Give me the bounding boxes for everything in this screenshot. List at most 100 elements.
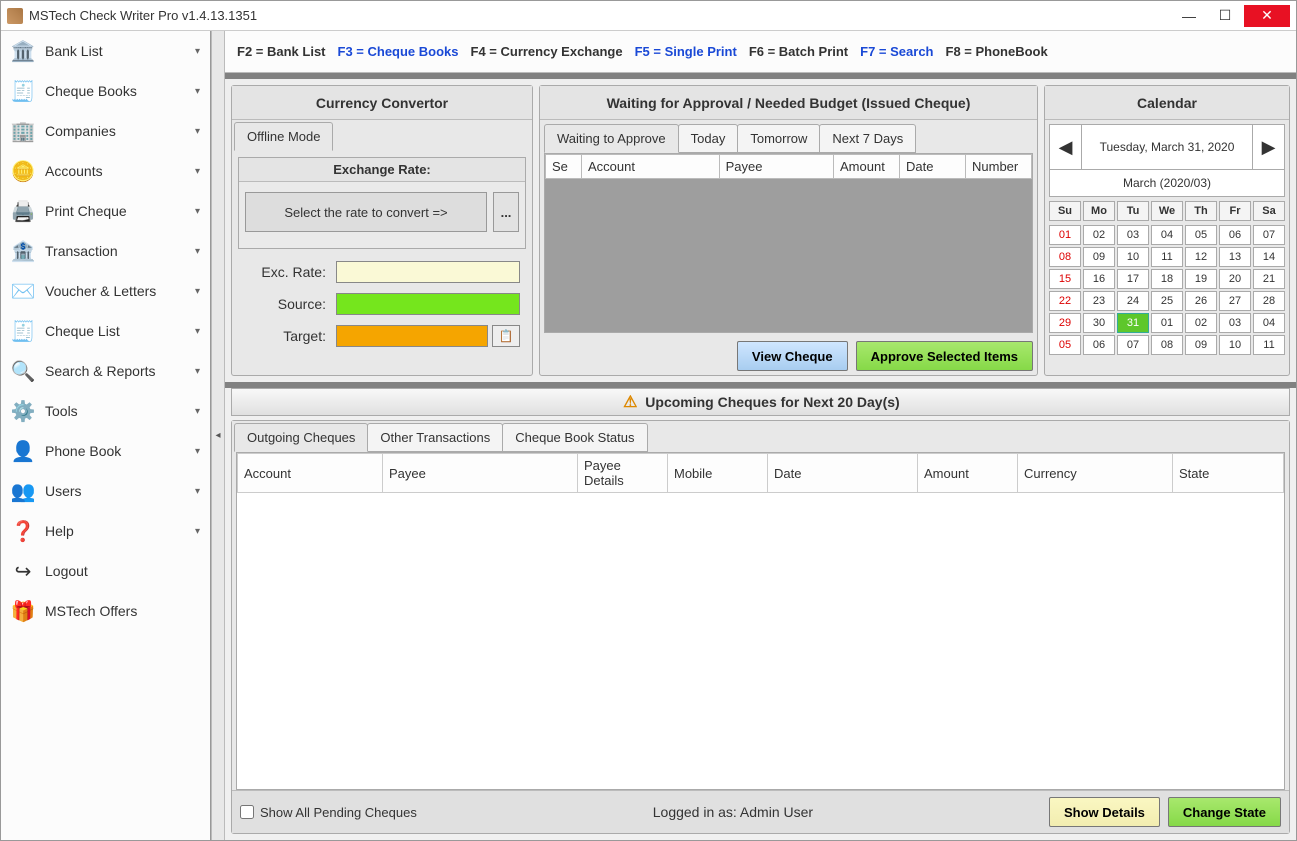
calendar-day[interactable]: 16 — [1083, 269, 1115, 289]
shortcut-1[interactable]: F3 = Cheque Books — [338, 44, 459, 59]
sidebar-item-logout[interactable]: ↪Logout — [1, 551, 210, 591]
approve-button[interactable]: Approve Selected Items — [856, 341, 1033, 371]
sidebar-item-users[interactable]: 👥Users▾ — [1, 471, 210, 511]
calendar-day[interactable]: 04 — [1151, 225, 1183, 245]
upcoming-col-account[interactable]: Account — [238, 454, 383, 493]
tab-offline-mode[interactable]: Offline Mode — [234, 122, 333, 151]
minimize-button[interactable]: — — [1172, 5, 1206, 27]
view-cheque-button[interactable]: View Cheque — [737, 341, 848, 371]
calendar-day[interactable]: 15 — [1049, 269, 1081, 289]
waiting-col-date[interactable]: Date — [900, 155, 966, 179]
calendar-day[interactable]: 19 — [1185, 269, 1217, 289]
waiting-tab-0[interactable]: Waiting to Approve — [544, 124, 679, 153]
calendar-day[interactable]: 11 — [1151, 247, 1183, 267]
calendar-day[interactable]: 23 — [1083, 291, 1115, 311]
copy-button[interactable]: 📋 — [492, 325, 520, 347]
calendar-day[interactable]: 14 — [1253, 247, 1285, 267]
calendar-day[interactable]: 13 — [1219, 247, 1251, 267]
calendar-day[interactable]: 17 — [1117, 269, 1149, 289]
sidebar-item-tools[interactable]: ⚙️Tools▾ — [1, 391, 210, 431]
calendar-day[interactable]: 09 — [1185, 335, 1217, 355]
calendar-day[interactable]: 31 — [1117, 313, 1149, 333]
calendar-day[interactable]: 10 — [1117, 247, 1149, 267]
show-pending-checkbox[interactable]: Show All Pending Cheques — [240, 805, 417, 820]
calendar-day[interactable]: 11 — [1253, 335, 1285, 355]
shortcut-3[interactable]: F5 = Single Print — [635, 44, 737, 59]
change-state-button[interactable]: Change State — [1168, 797, 1281, 827]
calendar-day[interactable]: 07 — [1117, 335, 1149, 355]
upcoming-tab-0[interactable]: Outgoing Cheques — [234, 423, 368, 452]
calendar-day[interactable]: 21 — [1253, 269, 1285, 289]
upcoming-col-state[interactable]: State — [1173, 454, 1284, 493]
shortcut-6[interactable]: F8 = PhoneBook — [946, 44, 1048, 59]
calendar-day[interactable]: 04 — [1253, 313, 1285, 333]
calendar-day[interactable]: 01 — [1049, 225, 1081, 245]
sidebar-item-cheque-list[interactable]: 🧾Cheque List▾ — [1, 311, 210, 351]
waiting-col-payee[interactable]: Payee — [719, 155, 833, 179]
calendar-day[interactable]: 06 — [1219, 225, 1251, 245]
calendar-day[interactable]: 01 — [1151, 313, 1183, 333]
calendar-day[interactable]: 05 — [1049, 335, 1081, 355]
calendar-day[interactable]: 26 — [1185, 291, 1217, 311]
upcoming-col-amount[interactable]: Amount — [918, 454, 1018, 493]
calendar-day[interactable]: 07 — [1253, 225, 1285, 245]
calendar-day[interactable]: 20 — [1219, 269, 1251, 289]
sidebar-item-phone-book[interactable]: 👤Phone Book▾ — [1, 431, 210, 471]
calendar-day[interactable]: 10 — [1219, 335, 1251, 355]
close-button[interactable]: ✕ — [1244, 5, 1290, 27]
calendar-day[interactable]: 12 — [1185, 247, 1217, 267]
sidebar-item-help[interactable]: ❓Help▾ — [1, 511, 210, 551]
show-pending-input[interactable] — [240, 805, 254, 819]
rate-more-button[interactable]: ... — [493, 192, 519, 232]
calendar-day[interactable]: 08 — [1049, 247, 1081, 267]
waiting-tab-1[interactable]: Today — [678, 124, 739, 153]
sidebar-item-voucher-letters[interactable]: ✉️Voucher & Letters▾ — [1, 271, 210, 311]
calendar-next-button[interactable]: ▶ — [1252, 125, 1284, 169]
upcoming-tab-2[interactable]: Cheque Book Status — [502, 423, 647, 452]
sidebar-collapse-button[interactable]: ◂ — [211, 31, 225, 840]
upcoming-tab-1[interactable]: Other Transactions — [367, 423, 503, 452]
maximize-button[interactable]: ☐ — [1208, 5, 1242, 27]
calendar-day[interactable]: 02 — [1083, 225, 1115, 245]
waiting-tab-3[interactable]: Next 7 Days — [819, 124, 916, 153]
calendar-day[interactable]: 24 — [1117, 291, 1149, 311]
sidebar-item-accounts[interactable]: 🪙Accounts▾ — [1, 151, 210, 191]
calendar-day[interactable]: 02 — [1185, 313, 1217, 333]
rate-select-prompt[interactable]: Select the rate to convert => — [245, 192, 487, 232]
sidebar-item-print-cheque[interactable]: 🖨️Print Cheque▾ — [1, 191, 210, 231]
show-details-button[interactable]: Show Details — [1049, 797, 1160, 827]
calendar-day[interactable]: 30 — [1083, 313, 1115, 333]
upcoming-col-payee-details[interactable]: Payee Details — [578, 454, 668, 493]
waiting-tab-2[interactable]: Tomorrow — [737, 124, 820, 153]
upcoming-col-date[interactable]: Date — [768, 454, 918, 493]
exc-rate-field[interactable] — [336, 261, 520, 283]
calendar-day[interactable]: 27 — [1219, 291, 1251, 311]
shortcut-2[interactable]: F4 = Currency Exchange — [471, 44, 623, 59]
shortcut-4[interactable]: F6 = Batch Print — [749, 44, 848, 59]
waiting-col-number[interactable]: Number — [966, 155, 1032, 179]
calendar-day[interactable]: 28 — [1253, 291, 1285, 311]
waiting-col-amount[interactable]: Amount — [834, 155, 900, 179]
upcoming-col-mobile[interactable]: Mobile — [668, 454, 768, 493]
calendar-day[interactable]: 03 — [1219, 313, 1251, 333]
calendar-day[interactable]: 18 — [1151, 269, 1183, 289]
calendar-day[interactable]: 29 — [1049, 313, 1081, 333]
shortcut-0[interactable]: F2 = Bank List — [237, 44, 326, 59]
upcoming-col-currency[interactable]: Currency — [1018, 454, 1173, 493]
target-field[interactable] — [336, 325, 488, 347]
sidebar-item-cheque-books[interactable]: 🧾Cheque Books▾ — [1, 71, 210, 111]
upcoming-col-payee[interactable]: Payee — [383, 454, 578, 493]
calendar-prev-button[interactable]: ◀ — [1050, 125, 1082, 169]
calendar-day[interactable]: 25 — [1151, 291, 1183, 311]
sidebar-item-bank-list[interactable]: 🏛️Bank List▾ — [1, 31, 210, 71]
waiting-col-account[interactable]: Account — [582, 155, 720, 179]
sidebar-item-companies[interactable]: 🏢Companies▾ — [1, 111, 210, 151]
source-field[interactable] — [336, 293, 520, 315]
calendar-day[interactable]: 09 — [1083, 247, 1115, 267]
calendar-day[interactable]: 06 — [1083, 335, 1115, 355]
calendar-day[interactable]: 03 — [1117, 225, 1149, 245]
shortcut-5[interactable]: F7 = Search — [860, 44, 933, 59]
calendar-day[interactable]: 08 — [1151, 335, 1183, 355]
calendar-day[interactable]: 05 — [1185, 225, 1217, 245]
sidebar-item-transaction[interactable]: 🏦Transaction▾ — [1, 231, 210, 271]
